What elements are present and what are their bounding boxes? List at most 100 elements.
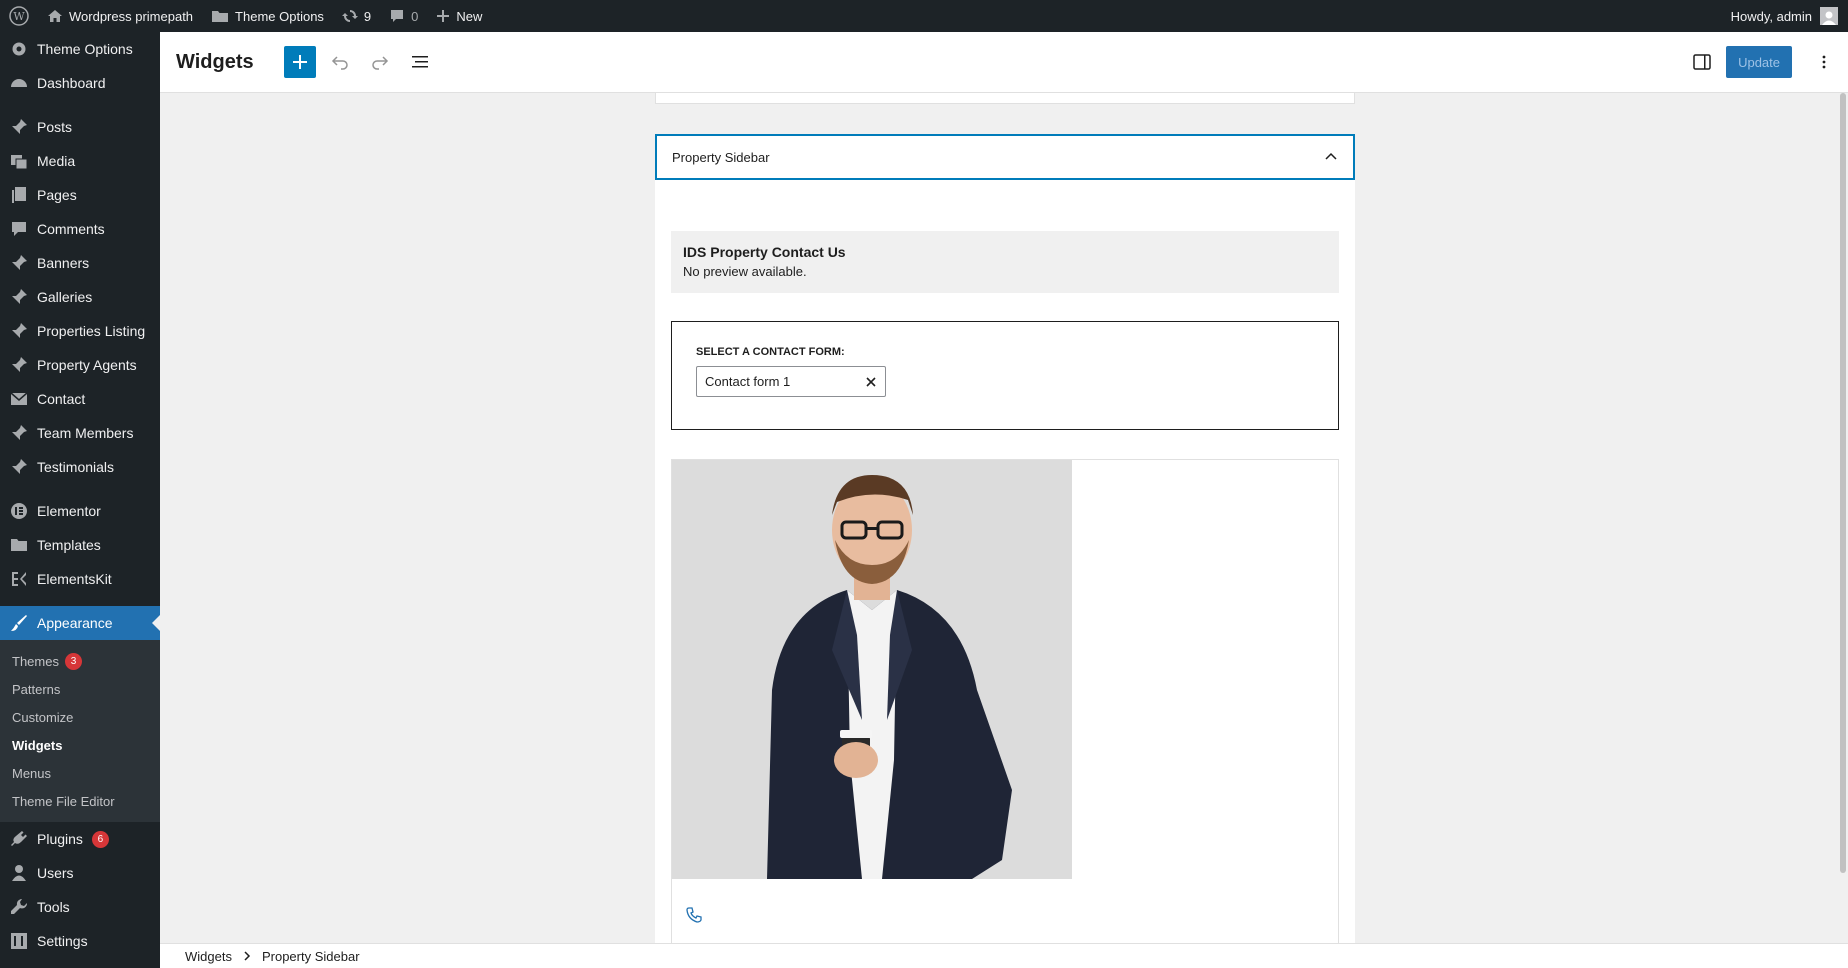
undo-button[interactable] [324, 46, 356, 78]
submenu-item-patterns[interactable]: Patterns [0, 675, 160, 703]
media-icon [11, 155, 28, 170]
updates-icon [341, 10, 358, 22]
sidebar-item-label: Galleries [37, 289, 93, 305]
comment-bubble-icon [12, 222, 26, 236]
sidebar-item-galleries[interactable]: Galleries [0, 280, 160, 314]
block-inserter-button[interactable] [283, 46, 316, 78]
sidebar-item-label: Users [37, 865, 74, 881]
pin-icon [12, 425, 27, 440]
wordpress-logo-button[interactable]: W [0, 0, 38, 32]
sidebar-item-settings[interactable]: Settings [0, 924, 160, 958]
submenu-item-label: Widgets [12, 737, 63, 753]
previous-widget-area[interactable] [655, 93, 1355, 104]
contact-form-select[interactable]: Contact form 1 [696, 366, 886, 397]
appearance-submenu: Themes 3 Patterns Customize Widgets Menu… [0, 640, 160, 822]
agent-photo [672, 460, 1072, 879]
submenu-item-themes[interactable]: Themes 3 [0, 647, 160, 675]
sidebar-item-team-members[interactable]: Team Members [0, 416, 160, 450]
plus-icon [292, 55, 307, 69]
updates-count: 9 [363, 8, 372, 24]
redo-button[interactable] [364, 46, 396, 78]
site-name-link[interactable]: Wordpress primepath [38, 0, 202, 32]
agent-card-block[interactable] [671, 459, 1339, 943]
sidebar-item-banners[interactable]: Banners [0, 246, 160, 280]
elementor-icon [11, 503, 27, 519]
submenu-item-widgets[interactable]: Widgets [0, 731, 160, 759]
sidebar-item-users[interactable]: Users [0, 856, 160, 890]
sidebar-item-property-agents[interactable]: Property Agents [0, 348, 160, 382]
comment-bubble-icon [391, 10, 404, 22]
contact-form-label: Select a contact form: [696, 346, 845, 358]
updates-link[interactable]: 9 [333, 0, 380, 32]
sidebar-item-tools[interactable]: Tools [0, 890, 160, 924]
sidebar-item-pages[interactable]: Pages [0, 178, 160, 212]
sidebar-item-label: Banners [37, 255, 90, 271]
sidebar-item-label: Posts [37, 119, 73, 135]
user-icon [12, 865, 26, 881]
elementskit-icon [12, 572, 26, 586]
widget-area-header[interactable]: Property Sidebar [655, 134, 1355, 180]
comments-link[interactable]: 0 [380, 0, 427, 32]
sidebar-item-properties-listing[interactable]: Properties Listing [0, 314, 160, 348]
sidebar-item-label: Media [37, 153, 76, 169]
breadcrumb-root[interactable]: Widgets [185, 949, 232, 964]
submenu-item-menus[interactable]: Menus [0, 759, 160, 787]
wordpress-logo-icon: W [9, 6, 29, 26]
submenu-item-customize[interactable]: Customize [0, 703, 160, 731]
sidebar-item-elementor[interactable]: Elementor [0, 494, 160, 528]
sidebar-item-elementskit[interactable]: ElementsKit [0, 562, 160, 596]
theme-options-link[interactable]: Theme Options [202, 0, 333, 32]
sidebar-item-templates[interactable]: Templates [0, 528, 160, 562]
contact-form-block[interactable]: Select a contact form: Contact form 1 [671, 321, 1339, 430]
submenu-item-label: Patterns [12, 681, 61, 697]
page-title: Widgets [176, 50, 254, 73]
sidebar-item-contact[interactable]: Contact [0, 382, 160, 416]
undo-icon [331, 56, 348, 70]
sidebar-item-media[interactable]: Media [0, 144, 160, 178]
settings-sidebar-toggle[interactable] [1686, 46, 1718, 78]
close-icon[interactable] [865, 376, 877, 388]
admin-sidebar: Theme Options Dashboard Posts Media Page… [0, 32, 160, 968]
sidebar-item-testimonials[interactable]: Testimonials [0, 450, 160, 484]
theme-options-label: Theme Options [235, 8, 324, 24]
user-avatar-icon [1822, 11, 1836, 25]
sidebar-item-comments[interactable]: Comments [0, 212, 160, 246]
submenu-item-label: Themes [12, 653, 59, 669]
site-name: Wordpress primepath [69, 8, 194, 24]
legacy-widget-title: IDS Property Contact Us [683, 244, 846, 260]
legacy-widget-note: No preview available. [683, 264, 807, 279]
sidebar-item-appearance[interactable]: Appearance [0, 606, 160, 640]
options-menu-button[interactable] [1808, 46, 1840, 78]
legacy-widget-preview[interactable]: IDS Property Contact Us No preview avail… [671, 231, 1339, 293]
sidebar-item-label: Team Members [37, 425, 134, 441]
chevron-right-icon [244, 951, 251, 961]
sidebar-item-label: Properties Listing [37, 323, 146, 339]
sidebar-item-label: Contact [37, 391, 86, 407]
widgets-editor-header: Widgets Update [160, 32, 1848, 93]
update-button[interactable]: Update [1726, 46, 1792, 78]
new-content-link[interactable]: New [427, 0, 491, 32]
sidebar-item-plugins[interactable]: Plugins 6 [0, 822, 160, 856]
breadcrumb-current[interactable]: Property Sidebar [262, 949, 360, 964]
sidebar-item-label: Appearance [37, 615, 113, 631]
folder-icon [11, 539, 27, 551]
canvas-scrollbar[interactable] [1840, 93, 1846, 873]
submenu-item-theme-file-editor[interactable]: Theme File Editor [0, 787, 160, 815]
redo-icon [371, 56, 388, 70]
sidebar-item-label: Tools [37, 899, 70, 915]
phone-icon [686, 907, 702, 923]
widgets-canvas: Property Sidebar IDS Property Contact Us… [160, 93, 1848, 943]
sidebar-item-theme-options[interactable]: Theme Options [0, 32, 160, 66]
list-view-button[interactable] [404, 46, 436, 78]
account-menu[interactable]: Howdy, admin [1731, 7, 1848, 25]
settings-sliders-icon [11, 933, 27, 949]
sidebar-item-dashboard[interactable]: Dashboard [0, 66, 160, 100]
svg-text:W: W [13, 10, 25, 23]
sidebar-item-label: Testimonials [37, 459, 115, 475]
widget-area-property-sidebar: Property Sidebar IDS Property Contact Us… [655, 134, 1355, 943]
new-label: New [456, 8, 483, 24]
sidebar-item-posts[interactable]: Posts [0, 110, 160, 144]
pin-icon [12, 323, 27, 338]
sidebar-item-label: Templates [37, 537, 101, 553]
pin-icon [12, 357, 27, 372]
